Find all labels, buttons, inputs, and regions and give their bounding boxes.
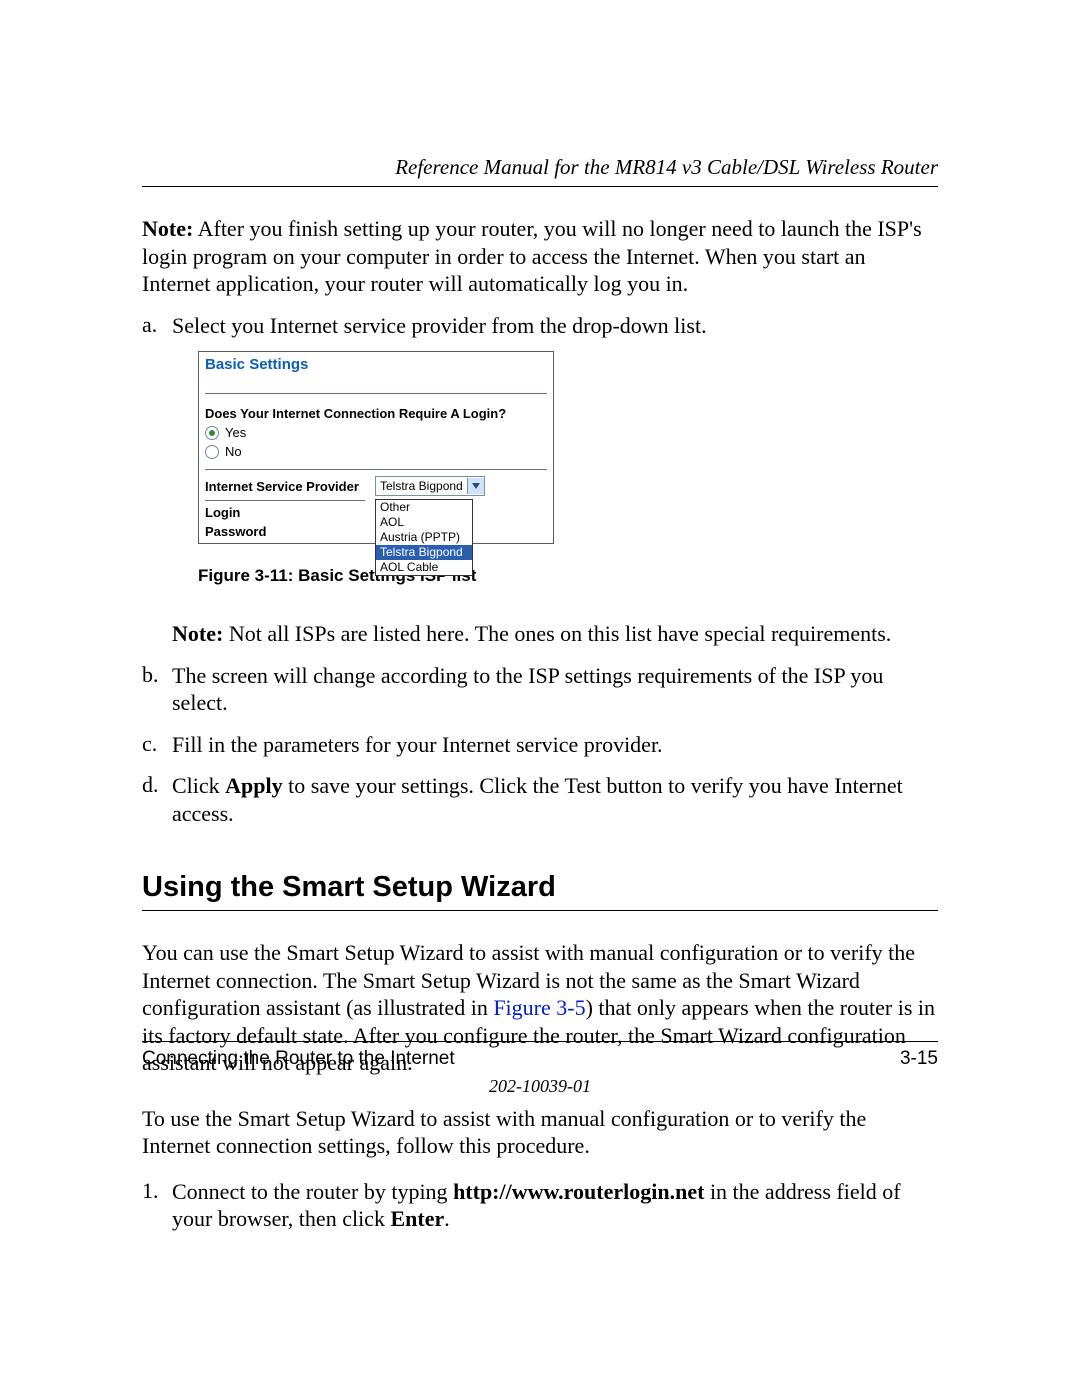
radio-no-row[interactable]: No bbox=[199, 442, 553, 461]
note-label: Note: bbox=[142, 216, 193, 241]
list-marker: a. bbox=[142, 312, 172, 340]
basic-settings-screenshot: Basic Settings Does Your Internet Connec… bbox=[198, 351, 554, 544]
radio-yes-row[interactable]: Yes bbox=[199, 423, 553, 442]
list-marker: b. bbox=[142, 662, 172, 717]
text: . bbox=[444, 1206, 450, 1231]
radio-no-icon[interactable] bbox=[205, 445, 219, 459]
list-body: Fill in the parameters for your Internet… bbox=[172, 731, 938, 759]
list-body: The screen will change according to the … bbox=[172, 662, 938, 717]
dropdown-option[interactable]: Other bbox=[376, 500, 472, 515]
footer-rule bbox=[142, 1041, 938, 1042]
dropdown-option[interactable]: AOL bbox=[376, 515, 472, 530]
radio-yes-icon[interactable] bbox=[205, 426, 219, 440]
note-paragraph-1: Note: After you finish setting up your r… bbox=[142, 215, 938, 298]
section-heading: Using the Smart Setup Wizard bbox=[142, 871, 938, 911]
figure-caption: Figure 3-11: Basic Settings ISP list bbox=[198, 566, 938, 586]
footer-section-title: Connecting the Router to the Internet bbox=[142, 1048, 455, 1070]
wizard-paragraph-2: To use the Smart Setup Wizard to assist … bbox=[142, 1105, 938, 1160]
divider bbox=[205, 469, 547, 470]
chevron-down-icon[interactable] bbox=[467, 478, 484, 494]
footer-page-number: 3-15 bbox=[900, 1048, 938, 1070]
text: Click bbox=[172, 773, 225, 798]
note-text: After you finish setting up your router,… bbox=[142, 216, 922, 296]
list-item-c: c. Fill in the parameters for your Inter… bbox=[142, 731, 938, 759]
header-title: Reference Manual for the MR814 v3 Cable/… bbox=[142, 155, 938, 186]
list-marker: d. bbox=[142, 772, 172, 827]
radio-no-label: No bbox=[225, 444, 242, 459]
isp-label: Internet Service Provider bbox=[205, 479, 375, 494]
password-label: Password bbox=[205, 524, 375, 539]
list-marker: 1. bbox=[142, 1178, 172, 1233]
apply-word: Apply bbox=[225, 773, 282, 798]
list-item-a: a. Select you Internet service provider … bbox=[142, 312, 938, 340]
panel-title: Basic Settings bbox=[199, 352, 553, 375]
url-text: http://www.routerlogin.net bbox=[453, 1179, 704, 1204]
text: Connect to the router by typing bbox=[172, 1179, 453, 1204]
isp-select-value: Telstra Bigpond bbox=[376, 479, 467, 493]
note-text: Not all ISPs are listed here. The ones o… bbox=[223, 621, 891, 646]
isp-select[interactable]: Telstra Bigpond bbox=[375, 476, 485, 496]
isp-dropdown-list[interactable]: Other AOL Austria (PPTP) Telstra Bigpond… bbox=[375, 499, 473, 576]
page-footer: Connecting the Router to the Internet 3-… bbox=[142, 1033, 938, 1097]
step-1: 1. Connect to the router by typing http:… bbox=[142, 1178, 938, 1233]
isp-row: Internet Service Provider Telstra Bigpon… bbox=[199, 474, 553, 498]
note-paragraph-2: Note: Not all ISPs are listed here. The … bbox=[172, 620, 938, 648]
login-label: Login bbox=[205, 505, 375, 520]
page-header: Reference Manual for the MR814 v3 Cable/… bbox=[142, 155, 938, 187]
list-item-d: d. Click Apply to save your settings. Cl… bbox=[142, 772, 938, 827]
figure-link[interactable]: Figure 3-5 bbox=[493, 995, 585, 1020]
enter-word: Enter bbox=[390, 1206, 444, 1231]
list-item-b: b. The screen will change according to t… bbox=[142, 662, 938, 717]
note-label: Note: bbox=[172, 621, 223, 646]
footer-doc-number: 202-10039-01 bbox=[142, 1076, 938, 1097]
dropdown-option[interactable]: AOL Cable bbox=[376, 560, 472, 575]
dropdown-option[interactable]: Austria (PPTP) bbox=[376, 530, 472, 545]
list-body: Connect to the router by typing http://w… bbox=[172, 1178, 938, 1233]
divider bbox=[205, 393, 547, 394]
dropdown-option-selected[interactable]: Telstra Bigpond bbox=[376, 545, 472, 560]
list-body: Select you Internet service provider fro… bbox=[172, 312, 938, 340]
radio-yes-label: Yes bbox=[225, 425, 246, 440]
list-body: Click Apply to save your settings. Click… bbox=[172, 772, 938, 827]
login-question: Does Your Internet Connection Require A … bbox=[199, 398, 553, 423]
list-marker: c. bbox=[142, 731, 172, 759]
header-rule bbox=[142, 186, 938, 187]
